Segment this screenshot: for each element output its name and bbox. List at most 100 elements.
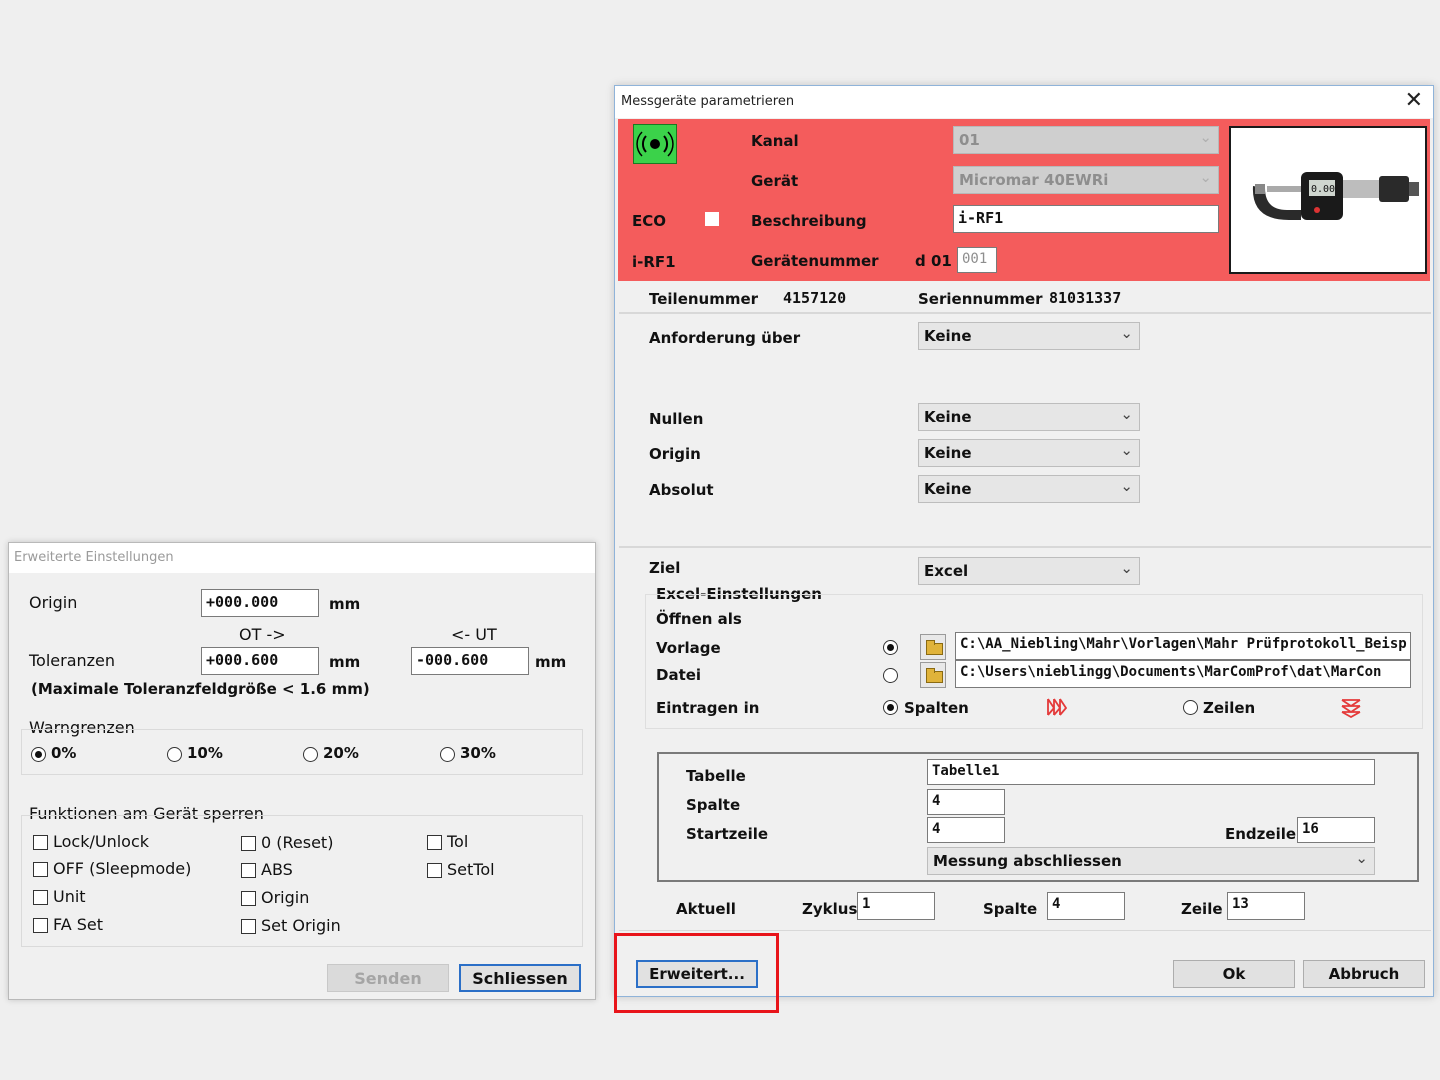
sleepmode-label: OFF (Sleepmode) — [53, 859, 192, 878]
rows-radio[interactable] — [1183, 700, 1198, 715]
close-icon[interactable]: ✕ — [1405, 88, 1423, 113]
fa-set-label: FA Set — [53, 915, 104, 934]
absolute-value: Keine — [924, 480, 972, 498]
part-number-value: 4157120 — [783, 289, 847, 307]
end-row-label: Endzeile — [1225, 825, 1297, 843]
request-via-label: Anforderung über — [649, 329, 801, 347]
abs-checkbox[interactable] — [241, 863, 256, 878]
tolerance-ot-input[interactable]: +000.600 — [201, 647, 319, 675]
warn-limits-group — [21, 729, 583, 775]
target-label: Ziel — [649, 559, 681, 577]
chevron-down-icon: ⌄ — [1120, 324, 1133, 342]
request-via-value: Keine — [924, 327, 972, 345]
warn-option-label: 0% — [51, 744, 77, 762]
current-label: Aktuell — [676, 900, 736, 918]
row-label: Zeile — [1181, 900, 1223, 918]
folder-icon[interactable] — [920, 662, 946, 688]
eco-checkbox[interactable] — [705, 212, 719, 226]
target-select[interactable]: Excel ⌄ — [918, 557, 1140, 585]
chevron-down-icon: ⌄ — [1120, 441, 1133, 459]
channel-select[interactable]: 01 ⌄ — [953, 126, 1219, 154]
column-input[interactable]: 4 — [927, 789, 1005, 815]
reset-label: 0 (Reset) — [261, 833, 334, 852]
wireless-signal-icon — [636, 131, 674, 157]
tolerances-label: Toleranzen — [29, 651, 116, 670]
template-path-input[interactable]: C:\AA_Niebling\Mahr\Vorlagen\Mahr Prüfpr… — [955, 632, 1411, 660]
device-number-input[interactable]: 001 — [957, 247, 997, 273]
tolerance-ut-input[interactable]: -000.600 — [411, 647, 529, 675]
folder-icon[interactable] — [920, 634, 946, 660]
end-row-input[interactable]: 16 — [1297, 817, 1375, 843]
origin-checkbox[interactable] — [241, 891, 256, 906]
separator — [619, 546, 1431, 548]
unit-checkbox[interactable] — [33, 890, 48, 905]
zero-select[interactable]: Keine ⌄ — [918, 403, 1140, 431]
columns-icon — [1047, 698, 1067, 716]
origin-label: Origin — [29, 593, 78, 612]
serial-number-value: 81031337 — [1049, 289, 1122, 307]
warn-option-label: 20% — [323, 744, 359, 762]
warn-radio-30[interactable] — [440, 747, 455, 762]
warn-radio-10[interactable] — [167, 747, 182, 762]
ok-button[interactable]: Ok — [1173, 960, 1295, 988]
origin-select[interactable]: Keine ⌄ — [918, 439, 1140, 467]
settol-label: SetTol — [447, 860, 495, 879]
device-tag: i-RF1 — [632, 253, 676, 271]
column-label: Spalte — [686, 796, 741, 814]
cycle-input[interactable]: 1 — [857, 892, 935, 920]
origin-unit: mm — [329, 595, 361, 613]
micrometer-image: 0.00 — [1229, 126, 1427, 274]
file-radio[interactable] — [883, 668, 898, 683]
part-number-label: Teilenummer — [649, 290, 759, 308]
origin-label: Origin — [649, 445, 701, 463]
tolerance-ot-unit: mm — [329, 653, 361, 671]
device-number-label: Gerätenummer — [751, 252, 879, 270]
tol-checkbox[interactable] — [427, 835, 442, 850]
start-row-input[interactable]: 4 — [927, 817, 1005, 843]
sleepmode-checkbox[interactable] — [33, 862, 48, 877]
description-input[interactable]: i-RF1 — [953, 205, 1219, 233]
device-select[interactable]: Micromar 40EWRi ⌄ — [953, 166, 1219, 194]
warn-radio-0[interactable] — [31, 747, 46, 762]
warn-option-label: 30% — [460, 744, 496, 762]
device-value: Micromar 40EWRi — [959, 171, 1109, 189]
send-button[interactable]: Senden — [327, 964, 449, 992]
reset-checkbox[interactable] — [241, 836, 256, 851]
serial-number-label: Seriennummer — [918, 290, 1043, 308]
file-path-input[interactable]: C:\Users\nieblingg\Documents\MarComProf\… — [955, 660, 1411, 688]
micrometer-image: 0.00 — [1252, 172, 1419, 220]
measurement-action-select[interactable]: Messung abschliessen ⌄ — [927, 847, 1375, 875]
file-label: Datei — [656, 666, 702, 684]
absolute-select[interactable]: Keine ⌄ — [918, 475, 1140, 503]
table-input[interactable]: Tabelle1 — [927, 759, 1375, 785]
request-via-select[interactable]: Keine ⌄ — [918, 322, 1140, 350]
chevron-down-icon: ⌄ — [1199, 168, 1212, 186]
ut-label: <- UT — [451, 625, 497, 644]
chevron-down-icon: ⌄ — [1120, 559, 1133, 577]
close-button[interactable]: Schliessen — [459, 964, 581, 992]
columns-radio[interactable] — [883, 700, 898, 715]
absolute-label: Absolut — [649, 481, 714, 499]
origin-input[interactable]: +000.000 — [201, 589, 319, 617]
warn-radio-20[interactable] — [303, 747, 318, 762]
separator — [619, 930, 1431, 931]
cancel-button[interactable]: Abbruch — [1303, 960, 1425, 988]
measuring-device-dialog: Messgeräte parametrieren ✕ Kanal 01 ⌄ Ge… — [614, 85, 1434, 997]
template-radio[interactable] — [883, 640, 898, 655]
set-origin-checkbox[interactable] — [241, 919, 256, 934]
lock-unlock-label: Lock/Unlock — [53, 832, 150, 851]
ot-label: OT -> — [239, 625, 286, 644]
zero-value: Keine — [924, 408, 972, 426]
row-input[interactable]: 13 — [1227, 892, 1305, 920]
settol-checkbox[interactable] — [427, 863, 442, 878]
target-value: Excel — [924, 562, 969, 580]
abs-label: ABS — [261, 860, 293, 879]
current-column-input[interactable]: 4 — [1047, 892, 1125, 920]
current-column-label: Spalte — [983, 900, 1038, 918]
dialog-title: Erweiterte Einstellungen — [9, 543, 595, 573]
lock-unlock-checkbox[interactable] — [33, 835, 48, 850]
fa-set-checkbox[interactable] — [33, 918, 48, 933]
description-label: Beschreibung — [751, 212, 867, 230]
open-as-label: Öffnen als — [656, 610, 742, 628]
separator — [619, 312, 1431, 314]
